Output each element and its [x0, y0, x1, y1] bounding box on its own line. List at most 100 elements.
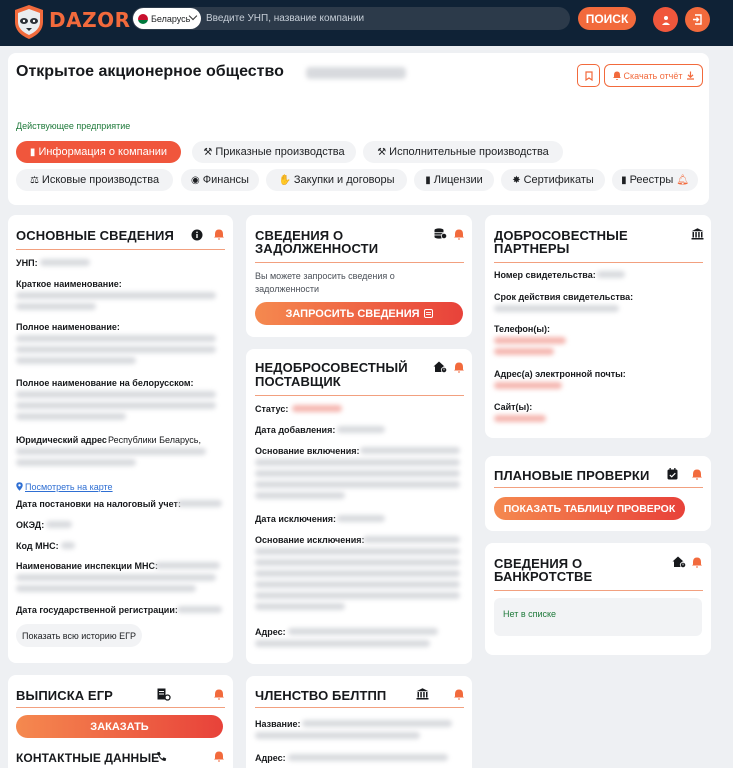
- tab-enforcement-proceedings[interactable]: ⚒ Исполнительные производства: [363, 141, 563, 163]
- search-input[interactable]: [206, 8, 566, 29]
- show-inspections-button[interactable]: ПОКАЗАТЬ ТАБЛИЦУ ПРОВЕРОК: [494, 497, 685, 520]
- reason-in-label: Основание включения:: [255, 446, 360, 456]
- tab-label: Лицензии: [433, 174, 483, 186]
- scales-icon: ⚖: [29, 174, 39, 186]
- download-report-button[interactable]: Скачать отчёт: [604, 64, 703, 87]
- user-button[interactable]: [653, 7, 678, 32]
- bank-icon: [691, 228, 704, 240]
- beltpp-name-label: Название:: [255, 719, 301, 729]
- full-name-by-label: Полное наименование на белорусском:: [16, 378, 194, 388]
- beltpp-address-label: Адрес:: [255, 753, 286, 763]
- full-name-label: Полное наименование:: [16, 322, 120, 332]
- document-icon: ▮: [621, 174, 627, 186]
- tab-registries[interactable]: ▮ Реестры 🔔︎: [612, 169, 698, 191]
- divider: [255, 395, 464, 396]
- redacted-text: [494, 305, 619, 312]
- redacted-text: [16, 448, 206, 455]
- order-egr-button[interactable]: ЗАКАЗАТЬ: [16, 715, 223, 738]
- tab-label: Реестры: [629, 174, 674, 186]
- redacted-text: [597, 271, 625, 278]
- cert-term-label: Срок действия свидетельства:: [494, 292, 634, 302]
- report-icon: [423, 309, 433, 318]
- redacted-text: [255, 603, 345, 610]
- tab-label: Закупки и договоры: [293, 174, 395, 186]
- bell-icon[interactable]: [214, 751, 224, 762]
- document-icon: ▮: [29, 146, 36, 158]
- raccoon-shield-logo[interactable]: [12, 4, 46, 40]
- tab-finance[interactable]: ◉ Финансы: [181, 169, 259, 191]
- bad-supplier-title-line2: ПОСТАВЩИК: [255, 374, 341, 389]
- brand-name[interactable]: DAZOR: [49, 8, 130, 32]
- egr-extract-title: ВЫПИСКА ЕГР: [16, 688, 113, 703]
- debt-title-line2: ЗАДОЛЖЕННОСТИ: [255, 241, 379, 256]
- redacted-text: [337, 515, 385, 522]
- redacted-text: [363, 536, 460, 543]
- tab-label: Информация о компании: [38, 146, 168, 158]
- beltpp-title: ЧЛЕНСТВО БЕЛТПП: [255, 688, 387, 703]
- company-title: Открытое акционерное общество: [16, 63, 284, 80]
- user-icon: [661, 15, 670, 25]
- divider: [16, 249, 225, 250]
- login-icon: [693, 14, 702, 25]
- unreliable-supplier-card: [246, 349, 472, 664]
- site-label: Сайт(ы):: [494, 402, 533, 412]
- tab-label: Сертификаты: [523, 174, 594, 186]
- info-icon[interactable]: [191, 229, 203, 241]
- search-button[interactable]: ПОИСК: [578, 7, 636, 30]
- redacted-text: [46, 521, 72, 528]
- download-icon: [686, 71, 694, 80]
- redacted-text: [302, 720, 452, 727]
- tab-lawsuits[interactable]: ⚖ Исковые производства: [16, 169, 173, 191]
- legal-address-label: Юридический адрес: [16, 435, 107, 445]
- bell-icon[interactable]: [214, 229, 224, 240]
- map-pin-icon: [16, 482, 23, 491]
- bell-icon[interactable]: [214, 689, 224, 700]
- tax-date-label: Дата постановки на налоговый учет:: [16, 499, 181, 509]
- company-name-redacted: [306, 67, 406, 79]
- document-search-icon: [157, 688, 171, 701]
- bell-icon[interactable]: [454, 689, 464, 700]
- email-value-redacted[interactable]: [494, 382, 562, 389]
- site-value-redacted[interactable]: [494, 415, 546, 422]
- redacted-text: [16, 585, 196, 592]
- added-date-label: Дата добавления:: [255, 425, 336, 435]
- bad-supplier-title-line1: НЕДОБРОСОВЕСТНЫЙ: [255, 360, 408, 375]
- mns-code-label: Код МНС:: [16, 541, 59, 551]
- bell-icon[interactable]: [692, 469, 702, 480]
- phone-value-redacted[interactable]: [494, 337, 566, 344]
- coins-icon: [434, 228, 447, 240]
- redacted-text: [155, 562, 220, 569]
- email-label: Адрес(а) электронной почты:: [494, 369, 626, 379]
- login-button[interactable]: [685, 7, 710, 32]
- view-on-map-link[interactable]: Посмотреть на карте: [25, 482, 113, 492]
- request-debt-info-button[interactable]: ЗАПРОСИТЬ СВЕДЕНИЯ: [255, 302, 463, 325]
- bankruptcy-title-line2: БАНКРОТСТВЕ: [494, 569, 593, 584]
- tab-licenses[interactable]: ▮ Лицензии: [414, 169, 494, 191]
- show-egr-history-button[interactable]: Показать всю историю ЕГР: [16, 624, 142, 647]
- tab-company-info[interactable]: ▮ Информация о компании: [16, 141, 181, 163]
- house-warning-icon: [433, 361, 447, 373]
- bell-icon[interactable]: [454, 362, 464, 373]
- redacted-text: [177, 500, 222, 507]
- redacted-text: [16, 413, 126, 420]
- reg-date-label: Дата государственной регистрации:: [16, 605, 178, 615]
- bell-icon[interactable]: [692, 557, 702, 568]
- hammer-icon: ⚒: [203, 146, 213, 158]
- bell-icon: [612, 71, 621, 80]
- divider: [494, 262, 703, 263]
- okved-label: ОКЭД:: [16, 520, 45, 530]
- tab-purchases[interactable]: ✋ Закупки и договоры: [266, 169, 407, 191]
- cert-number-label: Номер свидетельства:: [494, 270, 596, 280]
- redacted-text: [255, 570, 460, 577]
- download-report-label: Скачать отчёт: [623, 70, 683, 81]
- basic-info-title: ОСНОВНЫЕ СВЕДЕНИЯ: [16, 228, 174, 243]
- reason-out-label: Основание исключения:: [255, 535, 365, 545]
- country-label: Беларусь: [151, 13, 191, 24]
- bell-icon[interactable]: [454, 229, 464, 240]
- bookmark-button[interactable]: [577, 64, 600, 87]
- redacted-text: [255, 459, 460, 466]
- phone-value-redacted[interactable]: [494, 348, 554, 355]
- tab-order-proceedings[interactable]: ⚒ Приказные производства: [192, 141, 356, 163]
- country-selector[interactable]: Беларусь: [133, 8, 201, 29]
- tab-certificates[interactable]: ✸ Сертификаты: [501, 169, 605, 191]
